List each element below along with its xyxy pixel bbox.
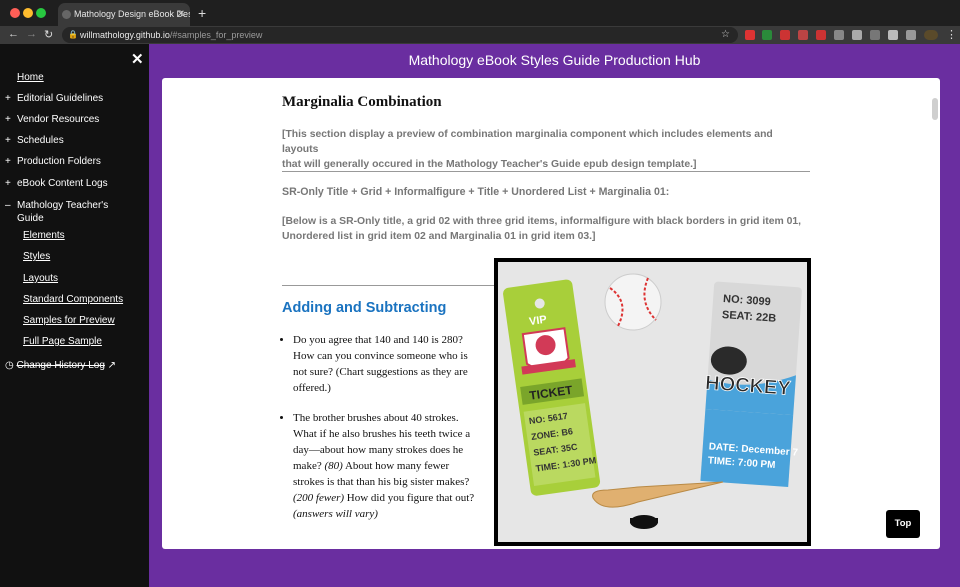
sidebar-item-vendor-resources[interactable]: + Vendor Resources: [5, 114, 99, 125]
kebab-menu-icon[interactable]: ⋮: [946, 28, 957, 41]
expand-icon: +: [5, 178, 11, 189]
sidebar-subitem-full-page-sample[interactable]: Full Page Sample: [23, 336, 102, 347]
divider: [282, 285, 494, 286]
tab-title: Mathology Design eBook Desi: [74, 9, 190, 19]
new-tab-button[interactable]: +: [198, 5, 206, 21]
close-icon[interactable]: ✕: [131, 50, 144, 68]
informal-figure: VIP TICKET NO: 5617 ZONE: B6 SEAT: 35C T…: [494, 258, 811, 546]
url-host: willmathology.github.io: [80, 30, 170, 40]
lock-icon: 🔒: [68, 30, 78, 39]
minimize-window-button[interactable]: [23, 8, 33, 18]
external-link-icon: ↗: [104, 360, 117, 371]
sidebar-subitem-layouts[interactable]: Layouts: [23, 273, 58, 284]
scrollbar-thumb[interactable]: [932, 98, 938, 120]
reload-icon[interactable]: ↻: [44, 28, 53, 41]
address-bar[interactable]: 🔒 willmathology.github.io/#samples_for_p…: [62, 27, 738, 43]
sidebar-subitem-standard-components[interactable]: Standard Components: [23, 294, 123, 305]
content-card: Marginalia Combination [This section dis…: [162, 78, 940, 549]
intro-text: [This section display a preview of combi…: [282, 129, 773, 170]
puzzle-icon[interactable]: [888, 30, 898, 40]
maximize-window-button[interactable]: [36, 8, 46, 18]
expand-icon: +: [5, 93, 11, 104]
close-window-button[interactable]: [10, 8, 20, 18]
expand-icon: +: [5, 135, 11, 146]
extension-icon[interactable]: [762, 30, 772, 40]
tab-close-icon[interactable]: ✕: [177, 3, 185, 26]
tickets-illustration: VIP TICKET NO: 5617 ZONE: B6 SEAT: 35C T…: [503, 273, 802, 529]
url-path: /#samples_for_preview: [169, 30, 263, 40]
browser-tab-strip: Mathology Design eBook Desi ✕ +: [0, 0, 960, 26]
divider: [282, 171, 810, 172]
profile-avatar[interactable]: [924, 30, 938, 40]
sidebar-subitem-styles[interactable]: Styles: [23, 251, 50, 262]
list-item: Do you agree that 140 and 140 is 280? Ho…: [293, 332, 480, 396]
section-subhead: SR-Only Title + Grid + Informalfigure + …: [282, 186, 670, 198]
extension-icon[interactable]: [852, 30, 862, 40]
browser-tab[interactable]: Mathology Design eBook Desi ✕: [58, 3, 190, 26]
extension-icon[interactable]: [798, 30, 808, 40]
description-text: [Below is a SR-Only title, a grid 02 wit…: [282, 216, 802, 242]
sidebar-item-schedules[interactable]: + Schedules: [5, 135, 64, 146]
extension-icon[interactable]: [870, 30, 880, 40]
expand-icon: +: [5, 114, 11, 125]
reading-list-icon[interactable]: [906, 30, 916, 40]
sidebar-item-editorial-guidelines[interactable]: + Editorial Guidelines: [5, 93, 103, 104]
sidebar-subitem-elements[interactable]: Elements: [23, 230, 65, 241]
sidebar-item-home[interactable]: Home: [17, 72, 44, 83]
unordered-list: Do you agree that 140 and 140 is 280? Ho…: [280, 332, 480, 536]
extension-icon[interactable]: [834, 30, 844, 40]
back-icon[interactable]: ←: [8, 28, 19, 40]
extension-icon[interactable]: [780, 30, 790, 40]
favicon-icon: [62, 10, 71, 19]
list-item: The brother brushes about 40 strokes. Wh…: [293, 410, 480, 522]
clock-icon: ◷: [5, 360, 17, 371]
section-heading: Adding and Subtracting: [282, 300, 447, 316]
extension-icon[interactable]: [816, 30, 826, 40]
page-header-title: Mathology eBook Styles Guide Production …: [408, 52, 701, 68]
sidebar-item-teachers-guide[interactable]: – Mathology Teacher's Guide: [5, 199, 117, 225]
extension-icon[interactable]: [745, 30, 755, 40]
page-title: Marginalia Combination: [282, 94, 442, 110]
sidebar-subitem-samples-for-preview[interactable]: Samples for Preview: [23, 315, 115, 326]
sidebar-item-ebook-content-logs[interactable]: + eBook Content Logs: [5, 178, 108, 189]
bookmark-star-icon[interactable]: ☆: [721, 27, 730, 43]
browser-toolbar: ← → ↻ 🔒 willmathology.github.io/#samples…: [0, 26, 960, 44]
sidebar: ✕ Home + Editorial Guidelines + Vendor Res…: [0, 44, 149, 587]
collapse-icon: –: [5, 200, 11, 211]
scroll-to-top-button[interactable]: Top: [886, 510, 920, 538]
sidebar-item-production-folders[interactable]: + Production Folders: [5, 156, 101, 167]
sidebar-item-change-history[interactable]: ◷ Change History Log ↗: [5, 360, 116, 371]
forward-icon[interactable]: →: [26, 28, 37, 40]
expand-icon: +: [5, 156, 11, 167]
vip-label: VIP: [528, 314, 547, 328]
